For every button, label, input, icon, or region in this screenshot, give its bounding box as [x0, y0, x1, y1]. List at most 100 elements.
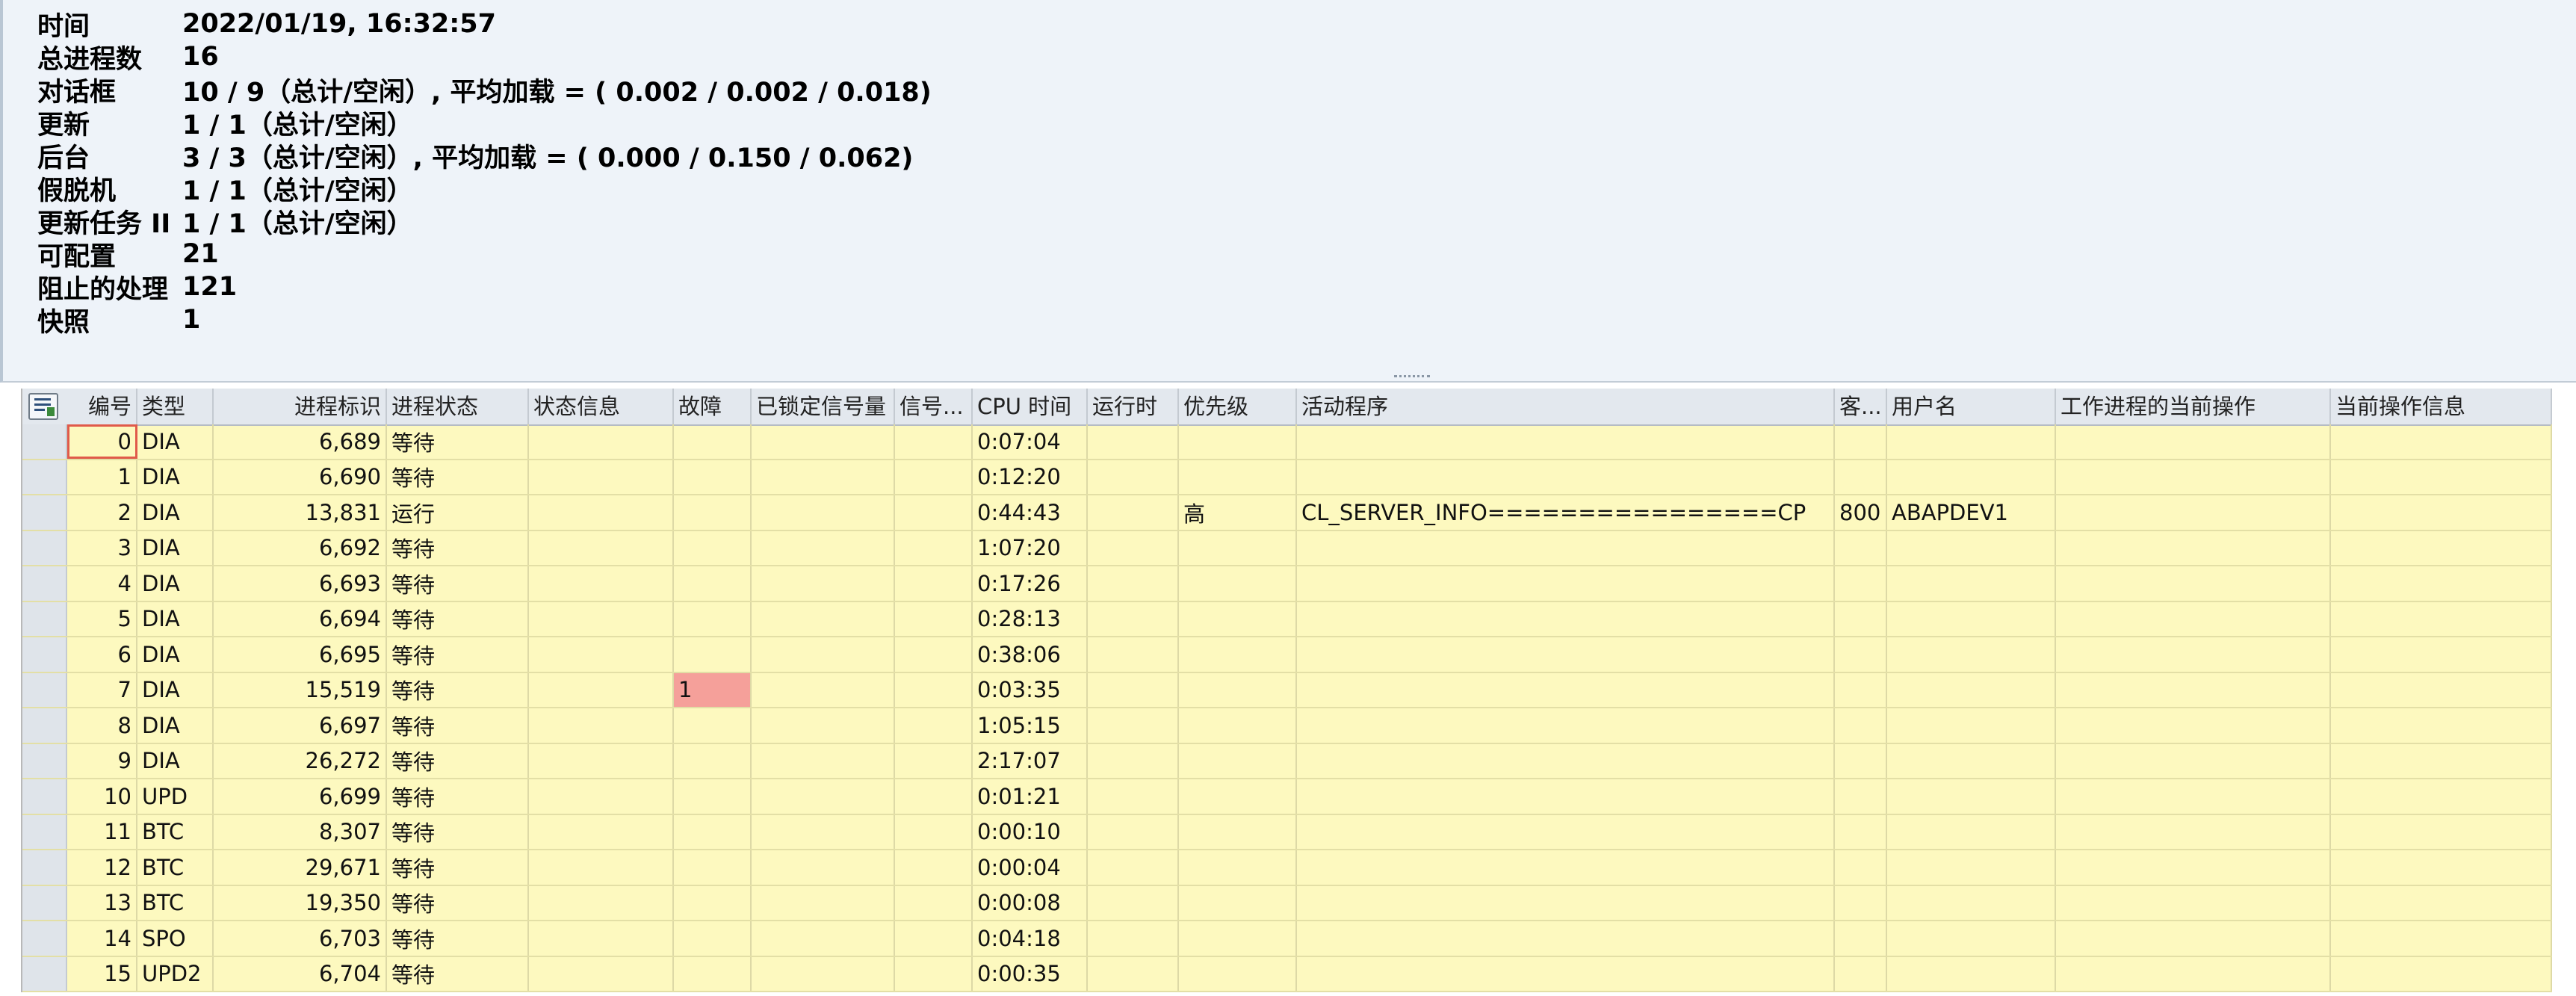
cell-sig[interactable] [895, 814, 973, 849]
cell-prio[interactable] [1179, 460, 1297, 494]
cell-sig[interactable] [895, 779, 973, 814]
cell-actioninfo[interactable] [2331, 708, 2552, 743]
cell-user[interactable] [1887, 601, 2056, 636]
cell-cpu[interactable]: 0:04:18 [973, 921, 1088, 956]
cell-program[interactable] [1297, 921, 1835, 956]
cell-pid[interactable]: 6,697 [214, 708, 387, 743]
cell-program[interactable] [1297, 814, 1835, 849]
cell-no[interactable]: 15 [67, 956, 137, 991]
cell-no[interactable]: 8 [67, 708, 137, 743]
cell-prio[interactable] [1179, 531, 1297, 565]
cell-sig[interactable] [895, 956, 973, 991]
cell-sem[interactable] [752, 885, 895, 920]
cell-client[interactable] [1835, 672, 1887, 707]
table-row[interactable]: 13 BTC 19,350 等待 0:00:08 [22, 885, 2552, 921]
cell-pid[interactable]: 6,704 [214, 956, 387, 991]
cell-user[interactable] [1887, 672, 2056, 707]
cell-sig[interactable] [895, 921, 973, 956]
cell-prio[interactable]: 高 [1179, 495, 1297, 530]
table-row[interactable]: 8 DIA 6,697 等待 1:05:15 [22, 708, 2552, 744]
cell-type[interactable]: DIA [137, 531, 214, 565]
cell-action[interactable] [2056, 885, 2331, 920]
cell-sig[interactable] [895, 531, 973, 565]
cell-pid[interactable]: 29,671 [214, 850, 387, 885]
cell-err[interactable] [674, 531, 752, 565]
cell-type[interactable]: DIA [137, 672, 214, 707]
cell-user[interactable] [1887, 921, 2056, 956]
layout-settings-icon[interactable] [28, 393, 58, 420]
cell-client[interactable]: 800 [1835, 495, 1887, 530]
cell-no[interactable]: 9 [67, 743, 137, 778]
cell-prio[interactable] [1179, 814, 1297, 849]
cell-user[interactable]: ABAPDEV1 [1887, 495, 2056, 530]
cell-user[interactable] [1887, 885, 2056, 920]
cell-no[interactable]: 14 [67, 921, 137, 956]
cell-client[interactable] [1835, 424, 1887, 459]
cell-sem[interactable] [752, 672, 895, 707]
cell-err[interactable] [674, 495, 752, 530]
cell-no[interactable]: 12 [67, 850, 137, 885]
cell-status[interactable]: 运行 [387, 495, 529, 530]
cell-cpu[interactable]: 0:07:04 [973, 424, 1088, 459]
cell-actioninfo[interactable] [2331, 885, 2552, 920]
table-row[interactable]: 4 DIA 6,693 等待 0:17:26 [22, 566, 2552, 602]
cell-program[interactable] [1297, 779, 1835, 814]
cell-type[interactable]: DIA [137, 601, 214, 636]
cell-action[interactable] [2056, 779, 2331, 814]
cell-pid[interactable]: 6,692 [214, 531, 387, 565]
cell-sig[interactable] [895, 601, 973, 636]
cell-pid[interactable]: 26,272 [214, 743, 387, 778]
cell-client[interactable] [1835, 885, 1887, 920]
cell-cpu[interactable]: 0:00:08 [973, 885, 1088, 920]
cell-sem[interactable] [752, 601, 895, 636]
column-header-program[interactable]: 活动程序 [1297, 389, 1835, 424]
cell-pid[interactable]: 6,690 [214, 460, 387, 494]
table-row[interactable]: 6 DIA 6,695 等待 0:38:06 [22, 637, 2552, 673]
cell-sem[interactable] [752, 531, 895, 565]
cell-program[interactable] [1297, 850, 1835, 885]
cell-no[interactable]: 0 [67, 424, 137, 459]
cell-client[interactable] [1835, 601, 1887, 636]
table-row[interactable]: 7 DIA 15,519 等待 1 0:03:35 [22, 672, 2552, 708]
column-header-no[interactable]: 编号 [67, 389, 137, 424]
cell-prio[interactable] [1179, 850, 1297, 885]
row-selector[interactable] [22, 424, 67, 459]
cell-sem[interactable] [752, 495, 895, 530]
cell-type[interactable]: DIA [137, 460, 214, 494]
cell-runtime[interactable] [1088, 743, 1179, 778]
cell-err[interactable] [674, 637, 752, 672]
cell-runtime[interactable] [1088, 921, 1179, 956]
cell-runtime[interactable] [1088, 460, 1179, 494]
cell-sem[interactable] [752, 956, 895, 991]
cell-client[interactable] [1835, 637, 1887, 672]
cell-no[interactable]: 13 [67, 885, 137, 920]
cell-actioninfo[interactable] [2331, 956, 2552, 991]
cell-cpu[interactable]: 0:44:43 [973, 495, 1088, 530]
cell-status[interactable]: 等待 [387, 601, 529, 636]
cell-user[interactable] [1887, 424, 2056, 459]
cell-actioninfo[interactable] [2331, 531, 2552, 565]
cell-statusinfo[interactable] [529, 743, 674, 778]
table-row[interactable]: 15 UPD2 6,704 等待 0:00:35 [22, 956, 2552, 992]
cell-actioninfo[interactable] [2331, 460, 2552, 494]
cell-prio[interactable] [1179, 779, 1297, 814]
cell-type[interactable]: DIA [137, 424, 214, 459]
column-header-statusinfo[interactable]: 状态信息 [529, 389, 674, 424]
cell-runtime[interactable] [1088, 495, 1179, 530]
cell-user[interactable] [1887, 779, 2056, 814]
cell-status[interactable]: 等待 [387, 850, 529, 885]
cell-actioninfo[interactable] [2331, 601, 2552, 636]
cell-no[interactable]: 1 [67, 460, 137, 494]
cell-program[interactable] [1297, 708, 1835, 743]
cell-user[interactable] [1887, 460, 2056, 494]
cell-no[interactable]: 10 [67, 779, 137, 814]
table-row[interactable]: 14 SPO 6,703 等待 0:04:18 [22, 921, 2552, 957]
cell-err[interactable] [674, 566, 752, 601]
cell-type[interactable]: DIA [137, 708, 214, 743]
cell-client[interactable] [1835, 743, 1887, 778]
cell-no[interactable]: 7 [67, 672, 137, 707]
cell-type[interactable]: BTC [137, 850, 214, 885]
cell-statusinfo[interactable] [529, 921, 674, 956]
cell-type[interactable]: DIA [137, 743, 214, 778]
cell-status[interactable]: 等待 [387, 885, 529, 920]
